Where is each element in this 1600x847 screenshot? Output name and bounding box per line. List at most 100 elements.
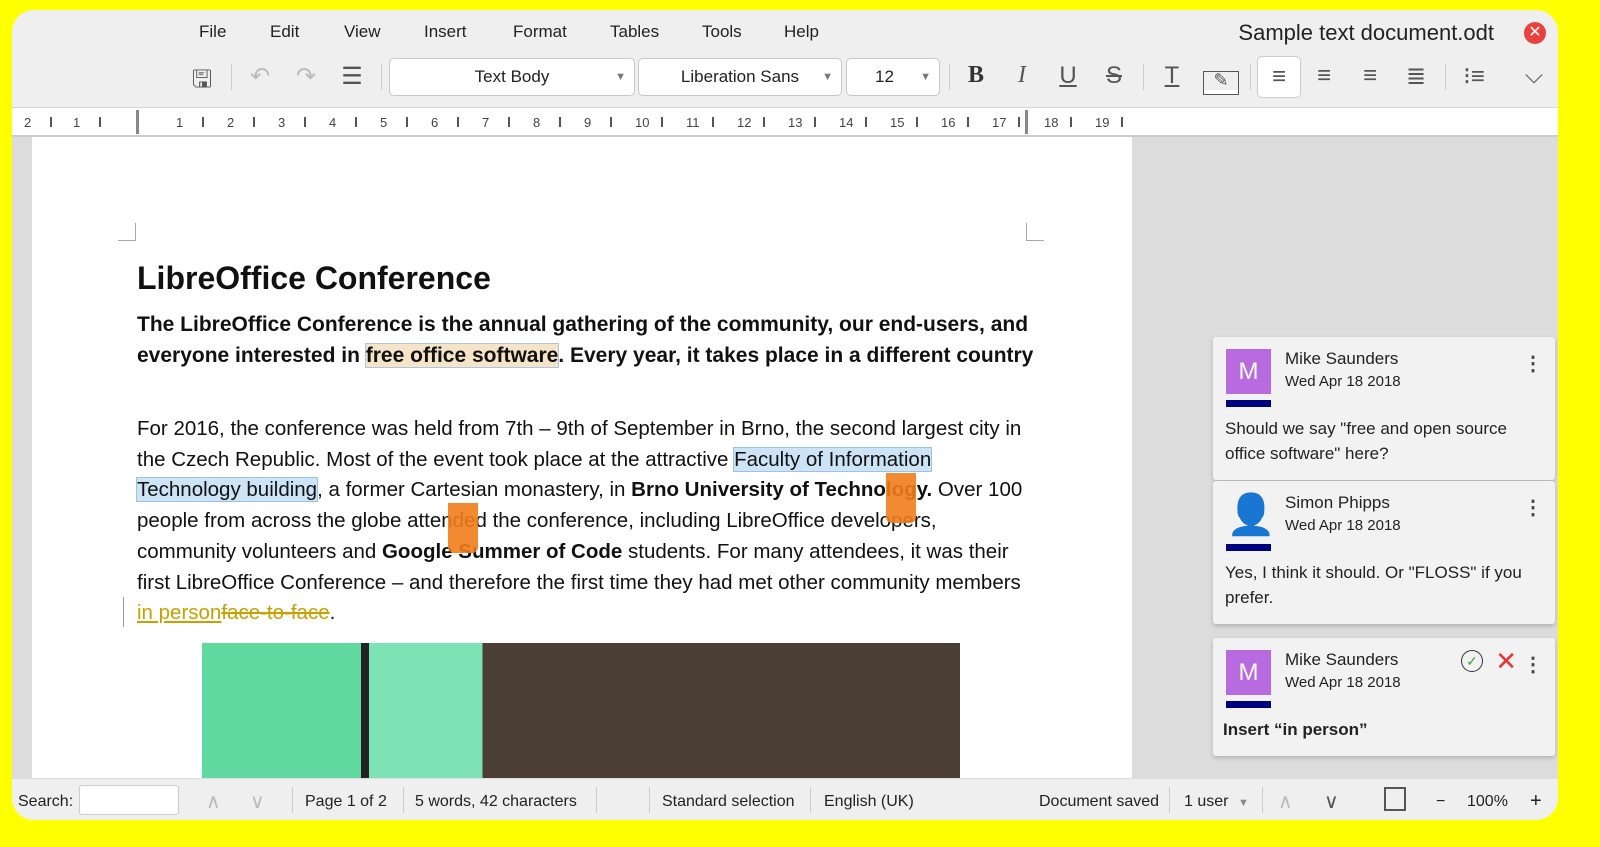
menu-edit[interactable]: Edit (270, 22, 299, 42)
selection-handle-start[interactable] (448, 503, 478, 553)
undo-icon[interactable]: ↶ (243, 62, 277, 91)
app-window: File Edit View Insert Format Tables Tool… (12, 10, 1558, 820)
conference-photo (202, 643, 960, 778)
ruler-tick (814, 117, 816, 127)
page-count[interactable]: Page 1 of 2 (305, 793, 387, 811)
ruler-tick (1121, 117, 1123, 127)
ruler-tick (355, 117, 357, 127)
clear-formatting-icon[interactable]: T (1155, 62, 1189, 90)
close-icon[interactable]: ✕ (1524, 22, 1546, 44)
ruler-tick-label: 4 (329, 115, 337, 130)
ruler-tick-label: 16 (941, 115, 956, 130)
more-options-icon[interactable]: ⋮ (1523, 495, 1543, 520)
ruler-tick-label: 11 (686, 115, 700, 130)
ruler-tick-label: 9 (584, 115, 592, 130)
search-input[interactable] (79, 785, 179, 815)
comment-author: Simon Phipps (1285, 493, 1390, 512)
menu-tools[interactable]: Tools (702, 22, 742, 42)
ruler-tick (763, 117, 765, 127)
search-next-icon[interactable]: ∨ (250, 789, 265, 814)
ruler-tick-label: 5 (380, 115, 388, 130)
selection-handle-end[interactable] (886, 473, 916, 523)
ruler-margin-marker[interactable] (1025, 110, 1028, 134)
italic-icon[interactable]: I (1005, 62, 1039, 89)
ruler-tick-label: 12 (737, 115, 752, 130)
paragraph-style-select[interactable]: Text Body ▼ (389, 58, 635, 96)
avatar-placeholder-icon: 👤 (1226, 493, 1276, 537)
strikethrough-icon[interactable]: S (1097, 62, 1131, 90)
more-options-icon[interactable]: ⋮ (1523, 652, 1543, 677)
menu-insert[interactable]: Insert (424, 22, 467, 42)
font-size-value: 12 (875, 67, 894, 86)
font-size-select[interactable]: 12 ▼ (846, 58, 940, 96)
paragraph-style-value: Text Body (474, 67, 550, 86)
menu-file[interactable]: File (199, 22, 226, 42)
save-icon[interactable]: 🖫 (185, 62, 219, 103)
ruler-tick (916, 117, 918, 127)
ruler-tick-label: 8 (533, 115, 541, 130)
more-options-icon[interactable]: ⋮ (1523, 351, 1543, 376)
align-left-icon[interactable]: ≡ (1257, 56, 1301, 98)
ruler-tick (661, 117, 663, 127)
comment-card[interactable]: 👤 ⋮ Simon Phipps Wed Apr 18 2018 Yes, I … (1213, 481, 1555, 624)
redo-icon[interactable]: ↷ (289, 62, 323, 91)
menu-bar: File Edit View Insert Format Tables Tool… (12, 10, 1558, 52)
tracked-insertion[interactable]: in person (137, 601, 221, 624)
ruler-tick (508, 117, 510, 127)
zoom-in-button[interactable]: + (1530, 790, 1542, 813)
menu-help[interactable]: Help (784, 22, 819, 42)
fit-page-icon[interactable] (1384, 787, 1406, 811)
paragraph-intro: The LibreOffice Conference is the annual… (137, 313, 1034, 368)
search-prev-icon[interactable]: ∧ (206, 789, 221, 814)
underline-icon[interactable]: U (1051, 62, 1085, 90)
comment-card[interactable]: M ⋮ Mike Saunders Wed Apr 18 2018 Should… (1213, 337, 1555, 480)
tracked-change-card[interactable]: M ✓ ✕ ⋮ Mike Saunders Wed Apr 18 2018 In… (1213, 638, 1555, 756)
ruler-tick-label: 3 (278, 115, 286, 130)
next-change-icon[interactable]: ∨ (1324, 789, 1339, 814)
menu-view[interactable]: View (344, 22, 381, 42)
menu-tables[interactable]: Tables (610, 22, 659, 42)
search-label: Search: (18, 793, 74, 810)
dropdown-arrow-icon: ▼ (822, 71, 833, 83)
zoom-out-button[interactable]: − (1436, 793, 1445, 811)
highlight-icon[interactable]: ✎ (1203, 71, 1239, 95)
ruler-margin-marker[interactable] (136, 110, 139, 134)
prev-change-icon[interactable]: ∧ (1278, 789, 1293, 814)
comments-sidebar: M ⋮ Mike Saunders Wed Apr 18 2018 Should… (1213, 337, 1555, 756)
ruler-tick-label: 18 (1044, 115, 1059, 130)
bold-icon[interactable]: B (959, 62, 993, 89)
ruler-tick-label: 6 (431, 115, 439, 130)
list-icon[interactable]: ⁝≡ (1457, 62, 1491, 91)
ruler-tick-label: 15 (890, 115, 905, 130)
users-dropdown[interactable]: 1 user (1184, 793, 1228, 811)
align-center-icon[interactable]: ≡ (1307, 62, 1341, 90)
language[interactable]: English (UK) (824, 793, 914, 811)
tracked-deletion[interactable]: face-to-face (221, 601, 329, 624)
align-right-icon[interactable]: ≡ (1353, 62, 1387, 90)
ruler-tick-label: 14 (839, 115, 854, 130)
comment-date: Wed Apr 18 2018 (1285, 373, 1401, 390)
ruler-tick-label: 1 (73, 115, 81, 130)
page[interactable]: LibreOffice Conference The LibreOffice C… (32, 137, 1132, 778)
ruler-tick (99, 117, 101, 127)
ruler-tick (304, 117, 306, 127)
dropdown-arrow-icon: ▼ (920, 71, 931, 83)
menu-format[interactable]: Format (513, 22, 567, 42)
accept-change-icon[interactable]: ✓ (1461, 650, 1483, 672)
ruler-tick (253, 117, 255, 127)
ruler-tick-label: 2 (227, 115, 235, 130)
ruler-tick-label: 10 (635, 115, 650, 130)
reject-change-icon[interactable]: ✕ (1495, 646, 1517, 677)
ruler-tick-label: 13 (788, 115, 803, 130)
font-name-select[interactable]: Liberation Sans ▼ (638, 58, 842, 96)
dropdown-arrow-icon[interactable]: ▼ (1238, 797, 1249, 809)
ruler[interactable]: 2 1 1 2 3 4 5 6 7 8 9 10 11 12 13 14 15 16 17 18 19 (12, 107, 1558, 137)
commented-text[interactable]: free office software (364, 343, 560, 368)
selection-mode[interactable]: Standard selection (662, 793, 795, 811)
zoom-level[interactable]: 100% (1467, 793, 1508, 811)
line-spacing-icon[interactable]: ☰ (335, 62, 369, 91)
change-bar (123, 597, 124, 627)
expand-icon[interactable]: ⌵ (1517, 62, 1551, 90)
justify-icon[interactable]: ≣ (1399, 62, 1433, 91)
ruler-tick (1070, 117, 1072, 127)
